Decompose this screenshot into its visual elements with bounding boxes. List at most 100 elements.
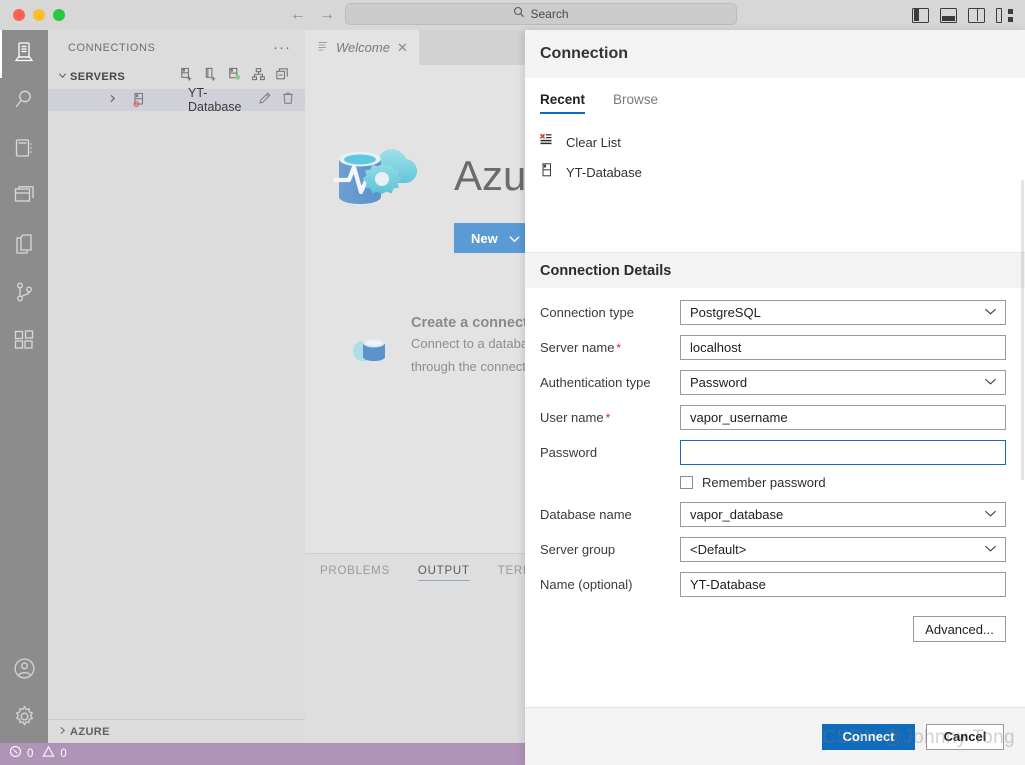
server-group-tree-icon[interactable] (251, 67, 266, 87)
remember-password-checkbox[interactable] (680, 476, 693, 489)
edit-icon[interactable] (258, 91, 272, 110)
server-name-input[interactable]: localhost (680, 335, 1006, 360)
azure-section-header[interactable]: AZURE (48, 719, 305, 743)
advanced-button[interactable]: Advanced... (913, 616, 1006, 642)
field-label: Connection type (540, 305, 634, 320)
field-value: vapor_database (690, 507, 784, 522)
minimize-window-button[interactable] (33, 9, 45, 21)
chevron-right-icon[interactable] (108, 94, 117, 106)
activity-item-notebooks[interactable] (0, 126, 48, 174)
search-icon (513, 5, 525, 23)
connection-card-icon (341, 315, 395, 376)
dialog-title: Connection (540, 45, 628, 62)
close-window-button[interactable] (13, 9, 25, 21)
required-marker: * (616, 341, 622, 355)
window-icon (12, 184, 36, 213)
connection-type-select[interactable]: PostgreSQL (680, 300, 1006, 325)
chevron-down-icon (984, 509, 997, 521)
recent-item-clear-list[interactable]: Clear List (537, 127, 1025, 157)
tab-label: Welcome (336, 40, 390, 55)
dialog-scrollbar[interactable] (1021, 180, 1024, 480)
new-server-group-icon[interactable] (227, 67, 242, 87)
field-connection-type: Connection type PostgreSQL (540, 300, 1006, 325)
field-user-name: User name * vapor_username (540, 405, 1006, 430)
panel-tab-output[interactable]: OUTPUT (417, 554, 470, 587)
field-name-optional: Name (optional) YT-Database (540, 572, 1006, 597)
connection-dialog: Connection Recent Browse Clear List YT-D… (525, 30, 1025, 765)
extensions-icon (12, 328, 36, 357)
maximize-window-button[interactable] (53, 9, 65, 21)
sidebar-more-actions-icon[interactable]: ··· (273, 40, 291, 55)
dialog-tab-recent[interactable]: Recent (540, 92, 599, 114)
authentication-type-select[interactable]: Password (680, 370, 1006, 395)
required-marker: * (605, 411, 611, 425)
activity-bar (0, 30, 48, 743)
cancel-button[interactable]: Cancel (926, 723, 1004, 750)
chevron-down-icon (54, 71, 70, 83)
user-name-input[interactable]: vapor_username (680, 405, 1006, 430)
field-value: vapor_username (690, 410, 788, 425)
files-icon (12, 232, 36, 261)
activity-item-servers[interactable] (0, 30, 48, 78)
azure-section-label: AZURE (70, 725, 110, 738)
tab-welcome[interactable]: Welcome ✕ (305, 30, 419, 65)
panel-tab-problems[interactable]: PROBLEMS (320, 554, 390, 587)
clear-list-icon (539, 132, 555, 153)
connect-button[interactable]: Connect (822, 723, 915, 750)
delete-icon[interactable] (281, 91, 295, 110)
search-icon (12, 88, 36, 117)
activity-item-dashboards[interactable] (0, 174, 48, 222)
back-arrow-icon[interactable]: ← (290, 7, 306, 23)
server-icon (539, 162, 555, 183)
server-icon (12, 40, 36, 69)
forward-arrow-icon[interactable]: → (319, 7, 335, 23)
remember-password-label: Remember password (702, 475, 826, 490)
activity-item-manage[interactable] (0, 695, 48, 743)
collapse-all-icon[interactable] (275, 67, 290, 87)
toggle-secondary-sidebar-icon[interactable] (968, 7, 985, 23)
name-optional-input[interactable]: YT-Database (680, 572, 1006, 597)
new-query-icon[interactable] (203, 67, 218, 87)
error-circle-icon[interactable] (9, 745, 22, 763)
gear-icon (12, 704, 37, 734)
field-label: Authentication type (540, 375, 651, 390)
warning-triangle-icon[interactable] (42, 745, 55, 763)
activity-item-accounts[interactable] (0, 647, 48, 695)
toggle-panel-icon[interactable] (940, 7, 957, 23)
recent-item-yt-database[interactable]: YT-Database (537, 157, 1025, 187)
field-remember-password: Remember password (540, 475, 1006, 490)
dialog-header: Connection (525, 30, 1025, 78)
welcome-page-icon (317, 39, 329, 57)
notebook-icon (12, 136, 36, 165)
field-password: Password (540, 440, 1006, 465)
server-list-item[interactable]: YT-Database (48, 86, 305, 114)
servers-toolbar (179, 67, 297, 87)
customize-layout-icon[interactable] (996, 7, 1013, 23)
recent-item-label: Clear List (566, 134, 621, 150)
search-input[interactable]: Search (345, 3, 737, 25)
recent-item-label: YT-Database (566, 164, 642, 180)
activity-item-extensions[interactable] (0, 318, 48, 366)
activity-item-search[interactable] (0, 78, 48, 126)
field-value: localhost (690, 340, 742, 355)
chevron-down-icon (509, 231, 520, 246)
connection-details-title: Connection Details (540, 262, 672, 279)
field-value: Password (690, 375, 748, 390)
advanced-row: Advanced... (540, 607, 1006, 642)
new-connection-icon[interactable] (179, 67, 194, 87)
toggle-primary-sidebar-icon[interactable] (912, 7, 929, 23)
server-group-select[interactable]: <Default> (680, 537, 1006, 562)
remember-password-row[interactable]: Remember password (680, 475, 826, 490)
field-label: Name (optional) (540, 577, 633, 592)
sidebar-header: CONNECTIONS ··· (48, 30, 305, 65)
close-icon[interactable]: ✕ (397, 40, 408, 56)
recent-connections-list: Clear List YT-Database (525, 114, 1025, 252)
connections-sidebar: CONNECTIONS ··· SERVERS YT-Database (48, 30, 305, 743)
database-name-select[interactable]: vapor_database (680, 502, 1006, 527)
server-icon (132, 92, 148, 113)
activity-item-source-control[interactable] (0, 270, 48, 318)
activity-item-files[interactable] (0, 222, 48, 270)
field-label: Password (540, 445, 598, 460)
password-input[interactable] (680, 440, 1006, 465)
dialog-tab-browse[interactable]: Browse (613, 92, 672, 114)
